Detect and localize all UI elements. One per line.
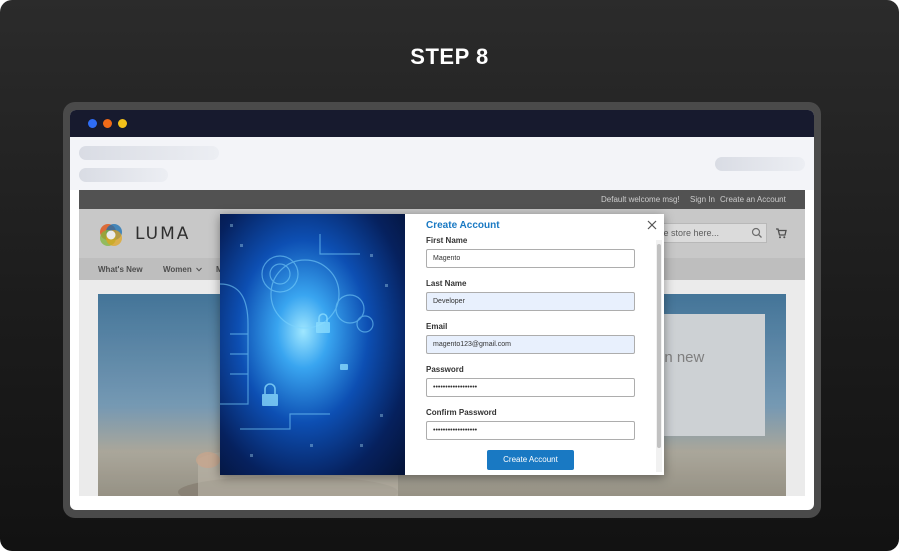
modal-scrollbar-thumb[interactable] bbox=[657, 244, 661, 448]
browser-window: Default welcome msg! Sign In Create an A… bbox=[70, 110, 814, 510]
window-titlebar bbox=[70, 110, 814, 137]
browser-toolbar-placeholder bbox=[70, 137, 814, 190]
email-input[interactable]: magento123@gmail.com bbox=[426, 335, 635, 354]
skeleton-bar bbox=[715, 157, 805, 171]
first-name-label: First Name bbox=[426, 236, 468, 245]
first-name-input[interactable]: Magento bbox=[426, 249, 635, 268]
skeleton-bar bbox=[79, 146, 219, 160]
password-label: Password bbox=[426, 365, 464, 374]
security-illustration bbox=[220, 214, 405, 475]
window-dot-orange bbox=[103, 119, 112, 128]
skeleton-bar bbox=[79, 168, 168, 182]
password-input[interactable]: •••••••••••••••••• bbox=[426, 378, 635, 397]
create-account-button[interactable]: Create Account bbox=[487, 450, 574, 470]
last-name-input[interactable]: Developer bbox=[426, 292, 635, 311]
create-account-modal: Create Account First Name Magento Last N… bbox=[220, 214, 664, 475]
confirm-password-label: Confirm Password bbox=[426, 408, 497, 417]
presentation-background: STEP 8 Default welcome msg! Sign In Crea… bbox=[0, 0, 899, 551]
close-icon[interactable] bbox=[646, 219, 658, 231]
window-dot-yellow bbox=[118, 119, 127, 128]
form-title: Create Account bbox=[426, 220, 500, 231]
confirm-password-input[interactable]: •••••••••••••••••• bbox=[426, 421, 635, 440]
modal-scrollbar[interactable] bbox=[656, 240, 662, 472]
email-label: Email bbox=[426, 322, 448, 331]
step-title: STEP 8 bbox=[410, 44, 489, 69]
padlock-icon bbox=[220, 224, 388, 457]
window-dot-blue bbox=[88, 119, 97, 128]
last-name-label: Last Name bbox=[426, 279, 467, 288]
